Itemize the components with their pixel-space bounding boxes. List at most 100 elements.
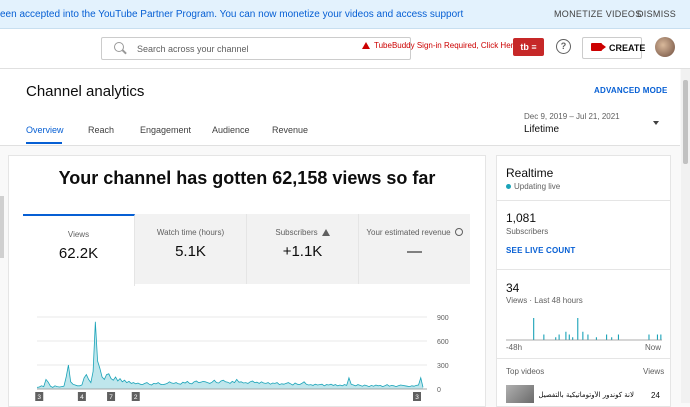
- tab-reach[interactable]: Reach: [88, 125, 114, 135]
- tab-engagement[interactable]: Engagement: [140, 125, 191, 135]
- mini-chart-start-label: -48h: [506, 343, 523, 352]
- y-tick-label: 600: [437, 339, 449, 346]
- top-videos-label: Top videos: [506, 367, 545, 376]
- metric-value: —: [407, 243, 422, 260]
- metric-label-text: Subscribers: [275, 228, 318, 237]
- divider: [497, 358, 670, 359]
- video-marker[interactable]: 2: [131, 392, 140, 401]
- warning-icon: [321, 229, 330, 236]
- y-tick-label: 0: [437, 387, 441, 394]
- realtime-bar: [555, 337, 557, 340]
- subscriber-label: Subscribers: [506, 227, 549, 236]
- banner-message: een accepted into the YouTube Partner Pr…: [0, 9, 464, 20]
- top-video-views: 24: [651, 391, 660, 400]
- dismiss-button[interactable]: DISMISS: [637, 9, 676, 19]
- realtime-bar: [533, 318, 535, 340]
- y-tick-label: 900: [437, 315, 449, 322]
- top-bar: Search across your channel TubeBuddy Sig…: [0, 29, 690, 69]
- top-video-title[interactable]: لانة كوندور الأوتوماتيكية بالتفصيل: [539, 391, 634, 399]
- tab-revenue[interactable]: Revenue: [272, 125, 308, 135]
- top-videos-views-header: Views: [643, 367, 665, 376]
- monetize-videos-button[interactable]: MONETIZE VIDEOS: [554, 9, 642, 19]
- y-tick-label: 300: [437, 363, 449, 370]
- chevron-down-icon[interactable]: [653, 121, 659, 125]
- realtime-card: Realtime Updating live 1,081 Subscribers…: [496, 155, 671, 407]
- realtime-views-label: Views · Last 48 hours: [506, 296, 583, 305]
- tab-overview[interactable]: Overview: [26, 125, 64, 135]
- realtime-bar: [656, 334, 659, 340]
- create-button[interactable]: CREATE: [582, 37, 646, 59]
- page-title: Channel analytics: [26, 83, 145, 100]
- video-camera-icon: [591, 43, 606, 51]
- see-live-count-link[interactable]: SEE LIVE COUNT: [506, 246, 575, 255]
- overview-card: Your channel has gotten 62,158 views so …: [8, 155, 486, 407]
- analytics-header: Channel analytics ADVANCED MODE Overview…: [0, 69, 680, 146]
- metric-revenue[interactable]: Your estimated revenue —: [359, 214, 470, 284]
- realtime-bar: [606, 334, 608, 340]
- realtime-bar: [648, 334, 650, 340]
- realtime-bar: [577, 318, 579, 340]
- video-marker-label: 3: [415, 394, 419, 401]
- scrollbar-thumb[interactable]: [683, 80, 688, 164]
- realtime-bar: [558, 334, 560, 340]
- mini-chart-end-label: Now: [645, 343, 662, 352]
- realtime-bar-chart[interactable]: [506, 306, 662, 342]
- live-dot-icon: [506, 184, 511, 189]
- realtime-bar: [611, 337, 613, 340]
- realtime-bar: [568, 334, 570, 340]
- realtime-bar: [572, 337, 574, 340]
- video-marker[interactable]: 3: [413, 392, 421, 401]
- realtime-title: Realtime: [506, 166, 554, 180]
- partner-banner: een accepted into the YouTube Partner Pr…: [0, 0, 690, 29]
- tab-audience[interactable]: Audience: [212, 125, 250, 135]
- video-marker[interactable]: 3: [35, 392, 44, 401]
- video-marker-label: 2: [134, 394, 138, 401]
- realtime-views: 34: [506, 281, 520, 295]
- tubebuddy-button[interactable]: tb ≡: [513, 38, 544, 56]
- metric-watch-time[interactable]: Watch time (hours) 5.1K: [135, 214, 247, 284]
- video-thumbnail[interactable]: [506, 385, 534, 403]
- realtime-bar: [587, 334, 589, 340]
- subscriber-count: 1,081: [506, 211, 537, 225]
- left-scroll-edge: [0, 196, 4, 258]
- views-chart[interactable]: 900 600 300 0 3 4 7 2 3: [31, 307, 481, 406]
- video-marker-label: 4: [80, 394, 84, 401]
- video-marker[interactable]: 4: [77, 392, 86, 401]
- realtime-status-text: Updating live: [514, 182, 561, 191]
- divider: [497, 200, 670, 201]
- search-icon: [114, 42, 124, 52]
- video-marker-label: 7: [109, 394, 113, 401]
- clock-icon: [454, 228, 463, 236]
- realtime-status: Updating live: [506, 182, 560, 191]
- warning-icon: [362, 42, 370, 49]
- metric-label: Views: [67, 230, 90, 239]
- metric-subscribers[interactable]: Subscribers +1.1K: [247, 214, 359, 284]
- video-marker[interactable]: 7: [107, 392, 116, 401]
- metric-value: 62.2K: [58, 245, 99, 262]
- advanced-mode-button[interactable]: ADVANCED MODE: [594, 86, 668, 95]
- active-tab-indicator: [26, 142, 62, 144]
- metric-value: 5.1K: [175, 243, 206, 260]
- date-range[interactable]: Dec 9, 2019 – Jul 21, 2021: [524, 112, 620, 121]
- tubebuddy-warning-text: TubeBuddy Sign-in Required, Click Here: [374, 41, 518, 50]
- divider: [497, 269, 670, 270]
- realtime-bar: [543, 334, 545, 340]
- metric-value: +1.1K: [282, 243, 323, 260]
- metric-label: Watch time (hours): [156, 228, 225, 237]
- help-icon[interactable]: ?: [556, 39, 571, 54]
- date-range-value[interactable]: Lifetime: [524, 124, 559, 135]
- realtime-bar: [565, 331, 567, 340]
- create-label: CREATE: [609, 43, 646, 53]
- tubebuddy-signin-link[interactable]: TubeBuddy Sign-in Required, Click Here: [362, 41, 518, 50]
- views-headline: Your channel has gotten 62,158 views so …: [58, 168, 436, 188]
- metric-tabs: Views 62.2K Watch time (hours) 5.1K Subs…: [23, 214, 471, 286]
- realtime-bar: [660, 334, 662, 340]
- avatar[interactable]: [655, 37, 675, 57]
- metric-label-text: Your estimated revenue: [366, 228, 451, 237]
- realtime-bar: [595, 337, 597, 340]
- search-placeholder: Search across your channel: [137, 44, 249, 54]
- metric-views[interactable]: Views 62.2K: [23, 214, 135, 286]
- realtime-bar: [582, 331, 584, 340]
- metric-label: Your estimated revenue: [359, 228, 470, 237]
- realtime-bar: [617, 334, 620, 340]
